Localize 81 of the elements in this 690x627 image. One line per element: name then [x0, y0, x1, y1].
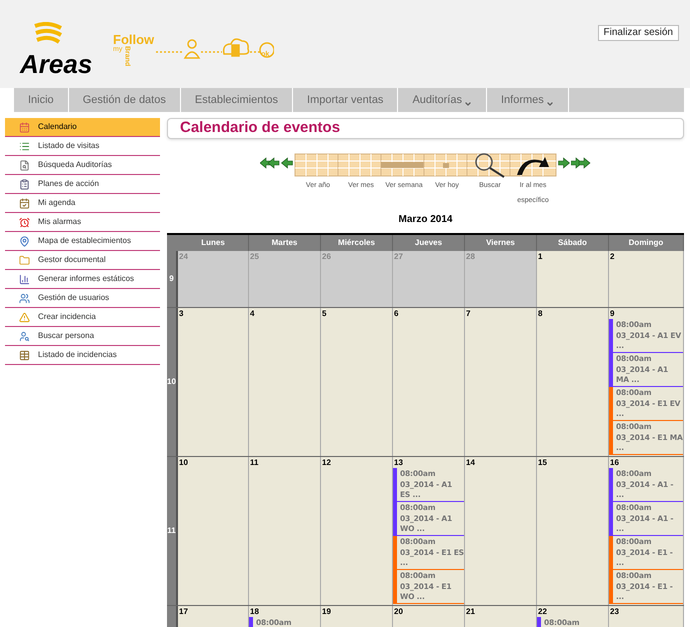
day-number: 28: [465, 251, 476, 262]
day-cell[interactable]: 23: [609, 606, 684, 627]
double-arrow-icon[interactable]: [571, 157, 591, 169]
arrow-icon[interactable]: [281, 157, 293, 169]
day-number: 13: [393, 457, 404, 468]
day-number: 9: [609, 308, 616, 319]
warning-icon: [19, 312, 30, 322]
day-cell[interactable]: 4: [249, 308, 321, 456]
day-cell[interactable]: 8: [537, 308, 609, 456]
brand-follow: Follow: [113, 32, 154, 46]
day-cell[interactable]: 20: [393, 606, 465, 627]
nav-tab[interactable]: Establecimientos: [180, 88, 294, 112]
map-pin-icon: [19, 236, 30, 246]
day-cell[interactable]: 2: [609, 251, 684, 307]
caret-icon: [546, 100, 554, 108]
day-number: 12: [321, 457, 332, 468]
alarm-clock-icon: [19, 216, 30, 228]
day-cell[interactable]: 3: [178, 308, 249, 456]
day-number: 20: [393, 606, 404, 617]
day-number: 25: [249, 251, 260, 262]
folder-icon: [19, 254, 30, 266]
week-number: 10: [167, 308, 178, 456]
day-cell[interactable]: 14: [465, 457, 537, 605]
clipboard-icon: [19, 178, 30, 190]
calendar-icon: [19, 122, 30, 132]
day-number: 11: [249, 457, 260, 468]
day-number: 5: [321, 308, 328, 319]
day-number: 4: [249, 308, 256, 319]
day-number: 1: [537, 251, 544, 262]
arrow-icon[interactable]: [558, 157, 570, 169]
day-number: 7: [465, 308, 472, 319]
areas-logo: Areas: [20, 51, 92, 77]
day-number: 24: [178, 251, 189, 262]
week-number: 9: [167, 251, 178, 307]
day-number: 6: [393, 308, 400, 319]
day-number: 26: [321, 251, 332, 262]
day-cell[interactable]: 12: [321, 457, 393, 605]
day-cell[interactable]: 1: [537, 251, 609, 307]
nav-tab[interactable]: Gestión de datos: [68, 88, 181, 112]
day-number: 18: [249, 606, 260, 617]
caret-icon: [464, 100, 472, 108]
day-number: 15: [537, 457, 548, 468]
page-title: Calendario de eventos: [180, 118, 340, 138]
sidebar-item[interactable]: Calendario: [5, 118, 160, 137]
double-arrow-icon[interactable]: [260, 157, 280, 169]
day-cell[interactable]: 6: [393, 308, 465, 456]
day-cell[interactable]: 7: [465, 308, 537, 456]
day-number: 19: [321, 606, 332, 617]
day-number: 27: [393, 251, 404, 262]
month-title: Marzo 2014: [398, 213, 452, 227]
day-number: 3: [178, 308, 184, 319]
day-number: 23: [609, 606, 620, 617]
nav-tab[interactable]: Auditorías: [398, 88, 487, 112]
day-cell[interactable]: 17: [178, 606, 249, 627]
list-icon: [19, 140, 30, 152]
day-number: 17: [178, 606, 189, 617]
table-icon: [19, 350, 30, 360]
day-cell[interactable]: 10: [178, 457, 249, 605]
day-cell[interactable]: 15: [537, 457, 609, 605]
nav-tab[interactable]: Informes: [486, 88, 569, 112]
users-icon: [19, 292, 30, 304]
day-number: 2: [609, 251, 616, 262]
nav-tab[interactable]: Inicio: [14, 88, 69, 112]
week-number: 11: [167, 457, 178, 605]
day-number: 8: [537, 308, 544, 319]
day-number: 14: [465, 457, 476, 468]
day-number: 21: [465, 606, 476, 617]
nav-tab[interactable]: Importar ventas: [293, 88, 398, 112]
calendar-check-icon: [19, 198, 30, 208]
day-number: 10: [178, 457, 189, 468]
day-cell[interactable]: 5: [321, 308, 393, 456]
day-cell[interactable]: 21: [465, 606, 537, 627]
day-cell[interactable]: 11: [249, 457, 321, 605]
user-search-icon: [19, 330, 30, 342]
day-number: 22: [537, 606, 548, 617]
curved-arrow-calendar-icon: [509, 151, 557, 178]
day-number: 16: [609, 457, 620, 468]
document-search-icon: [19, 160, 30, 170]
bar-chart-icon: [19, 274, 30, 284]
logout-button[interactable]: Finalizar sesión: [598, 25, 679, 41]
day-cell[interactable]: 19: [321, 606, 393, 627]
